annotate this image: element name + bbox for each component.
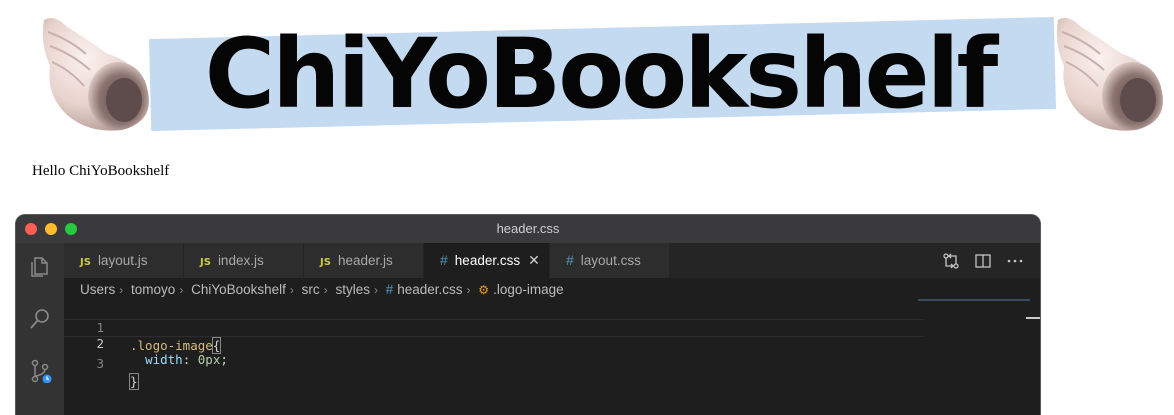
css-file-icon: # <box>440 252 448 268</box>
spiral-shell-icon <box>42 18 149 131</box>
logo-banner: ChiYoBookshelf <box>0 0 1174 160</box>
tab-layout-js[interactable]: JS layout.js <box>64 243 184 278</box>
breadcrumb-item-project[interactable]: ChiYoBookshelf <box>191 282 286 297</box>
code-line-current: 2 width: 0px; <box>64 319 924 367</box>
close-window-button[interactable] <box>25 223 37 235</box>
minimize-window-button[interactable] <box>45 223 57 235</box>
js-file-icon: JS <box>320 257 331 268</box>
tab-label: layout.css <box>580 253 641 268</box>
files-icon[interactable] <box>28 255 52 279</box>
chevron-right-icon: › <box>119 283 124 297</box>
chevron-right-icon: › <box>373 283 378 297</box>
symbol-class-icon: ⚙ <box>478 283 490 297</box>
search-icon[interactable] <box>28 307 52 331</box>
breadcrumb-item-tomoyo[interactable]: tomoyo <box>131 282 175 297</box>
close-brace: } <box>129 373 139 390</box>
more-actions-icon[interactable] <box>1006 252 1024 270</box>
tab-header-js[interactable]: JS header.js <box>304 243 424 278</box>
tab-label: layout.js <box>97 253 148 268</box>
hello-text: Hello ChiYoBookshelf <box>32 163 170 179</box>
js-file-icon: JS <box>80 257 91 268</box>
vscode-window: header.css JS layout.js JS index.js JS h… <box>16 215 1040 415</box>
minimap[interactable] <box>918 299 1030 301</box>
breadcrumb: Users › tomoyo › ChiYoBookshelf › src › styl… <box>80 279 564 301</box>
activity-bar <box>16 243 64 415</box>
window-titlebar: header.css <box>16 215 1040 243</box>
tab-label: index.js <box>217 253 264 268</box>
logo-title: ChiYoBookshelf <box>204 18 999 130</box>
breadcrumb-item-styles[interactable]: styles <box>335 282 370 297</box>
editor-tab-bar: JS layout.js JS index.js JS header.js # head… <box>64 243 1040 278</box>
css-file-icon: # <box>566 252 574 268</box>
css-file-icon: # <box>385 282 394 297</box>
tab-layout-css[interactable]: # layout.css <box>550 243 670 278</box>
tab-header-css[interactable]: # header.css ✕ <box>424 243 550 278</box>
tab-label: header.css <box>454 253 521 268</box>
close-tab-icon[interactable]: ✕ <box>528 243 540 278</box>
split-editor-icon[interactable] <box>974 252 992 270</box>
code-editor[interactable]: 1 .logo-image{ 2 width: 0px; 3 } <box>64 301 924 415</box>
spiral-shell-icon <box>1056 18 1163 131</box>
tab-label: header.js <box>337 253 393 268</box>
tab-index-js[interactable]: JS index.js <box>184 243 304 278</box>
vertical-scrollbar[interactable] <box>1026 299 1040 319</box>
source-control-icon[interactable] <box>28 359 52 383</box>
chevron-right-icon: › <box>179 283 184 297</box>
chevron-right-icon: › <box>289 283 294 297</box>
breadcrumb-item-symbol[interactable]: .logo-image <box>493 282 564 297</box>
line-number: 3 <box>96 356 104 371</box>
code-line: 3 } <box>64 337 924 390</box>
breadcrumb-item-file[interactable]: header.css <box>397 282 462 297</box>
chevron-right-icon: › <box>466 283 471 297</box>
zoom-window-button[interactable] <box>65 223 77 235</box>
chevron-right-icon: › <box>323 283 328 297</box>
compare-changes-icon[interactable] <box>942 252 960 270</box>
js-file-icon: JS <box>200 257 211 268</box>
window-title: header.css <box>496 221 560 236</box>
breadcrumb-item-users[interactable]: Users <box>80 282 115 297</box>
breadcrumb-item-src[interactable]: src <box>302 282 320 297</box>
code-line: 1 .logo-image{ <box>64 301 924 354</box>
